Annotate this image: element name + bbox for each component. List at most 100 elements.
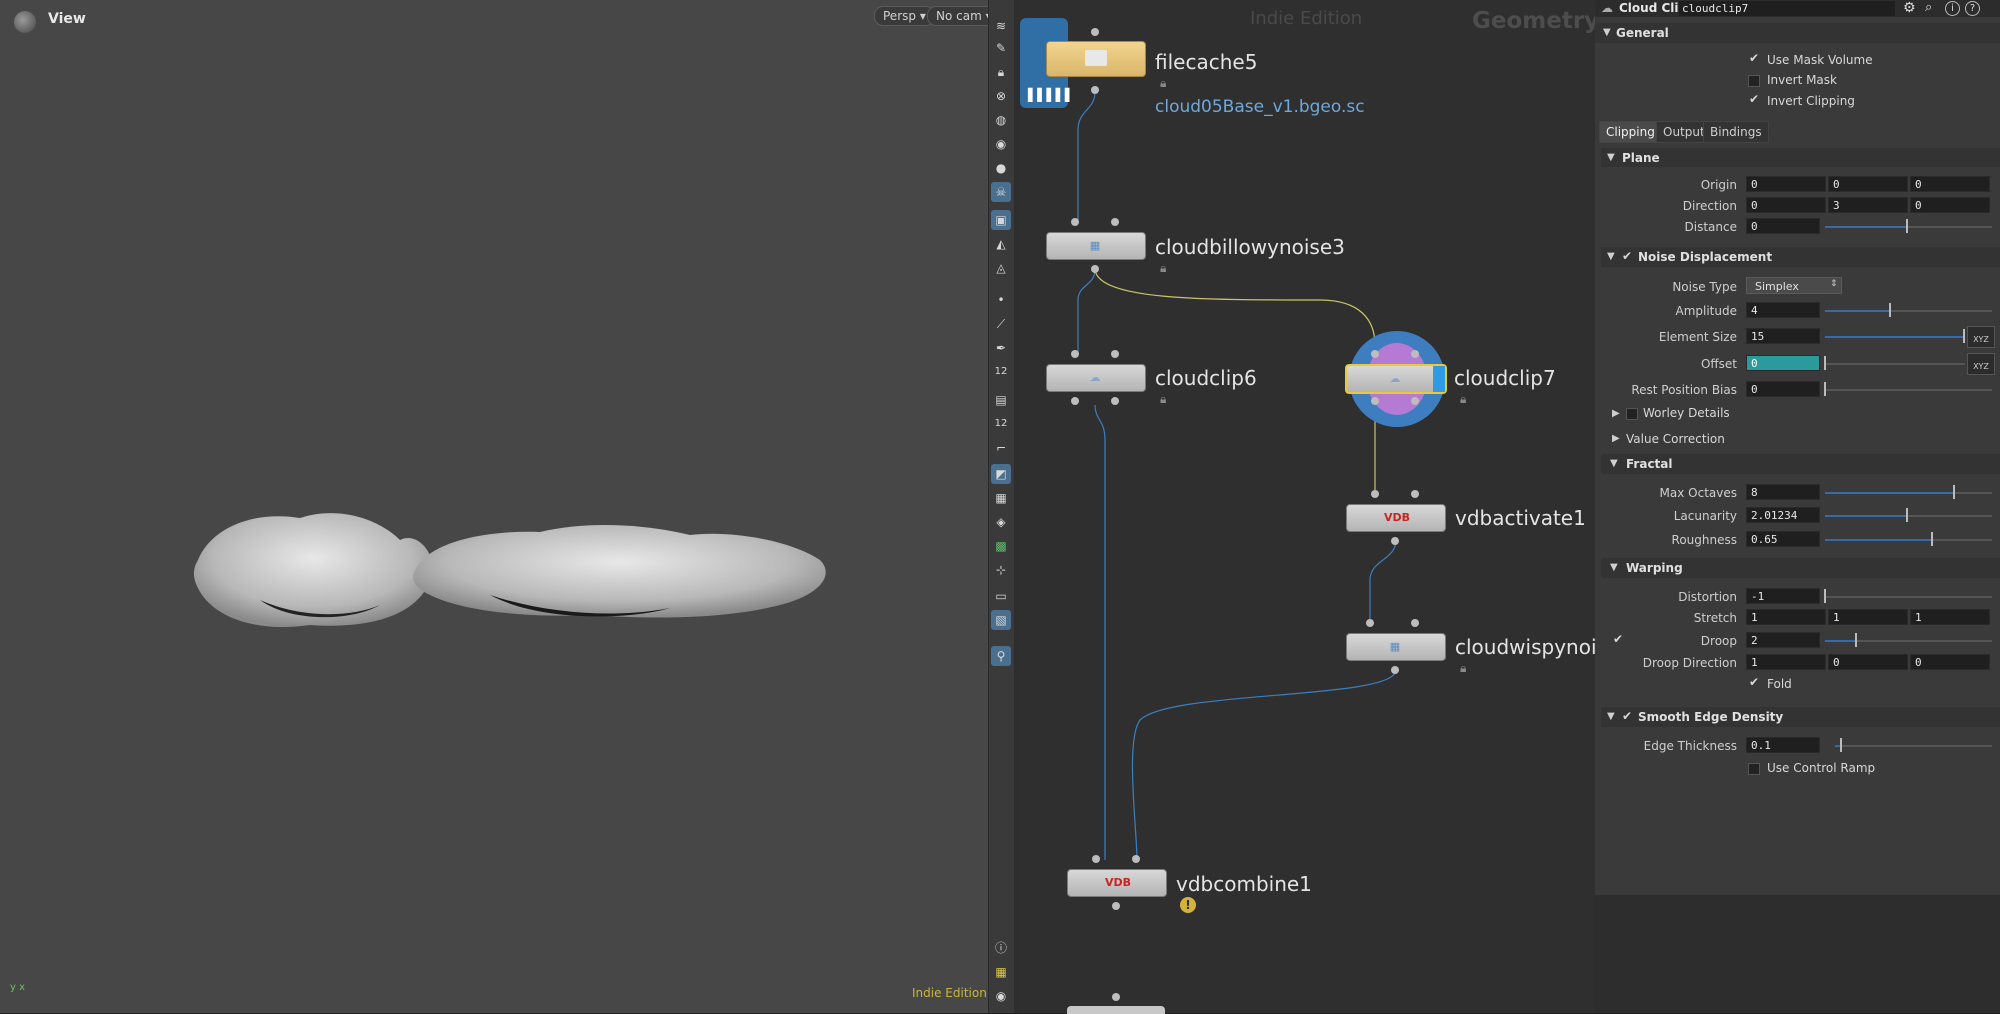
node-output-port[interactable] — [1091, 86, 1099, 94]
direction-x-field[interactable]: 0 — [1746, 197, 1826, 213]
eye-icon[interactable]: ◉ — [991, 986, 1011, 1006]
info-icon[interactable]: i — [1945, 1, 1960, 16]
skull-icon[interactable]: ☠ — [991, 182, 1011, 202]
node-input-port[interactable] — [1411, 350, 1419, 358]
layout-grid-icon[interactable]: ▦ — [991, 962, 1011, 982]
flashlight-alt-icon[interactable]: ◬ — [991, 258, 1011, 278]
rest-bias-slider[interactable] — [1825, 389, 1992, 391]
number-badge-alt-icon[interactable]: 12 — [991, 414, 1011, 434]
number-badge-icon[interactable]: 12 — [991, 362, 1011, 382]
node-output-port[interactable] — [1071, 397, 1079, 405]
node-cloudclip7[interactable]: ☁ — [1345, 364, 1447, 394]
box-icon[interactable]: ▤ — [991, 390, 1011, 410]
light-bulb-alt-icon[interactable]: ● — [991, 158, 1011, 178]
noise-type-dropdown[interactable]: Simplex — [1746, 277, 1842, 294]
background-image-icon[interactable]: ▧ — [991, 610, 1011, 630]
info-icon[interactable]: ⓘ — [991, 938, 1011, 958]
lacunarity-slider[interactable] — [1825, 515, 1992, 517]
node-label-cloudclip7[interactable]: cloudclip7 — [1454, 366, 1556, 390]
node-cloudwispynoise[interactable]: ▦ — [1346, 633, 1446, 661]
node-output-port[interactable] — [1371, 397, 1379, 405]
collapse-triangle-icon[interactable]: ▼ — [1607, 711, 1615, 722]
use-control-ramp-checkbox[interactable] — [1748, 763, 1760, 775]
warning-icon[interactable]: ! — [1180, 897, 1196, 913]
node-filecache5[interactable] — [1046, 41, 1146, 77]
tab-clipping[interactable]: Clipping — [1599, 121, 1662, 143]
display-icon[interactable]: ▭ — [991, 586, 1011, 606]
worley-checkbox[interactable] — [1626, 408, 1638, 420]
droop-direction-y-field[interactable]: 0 — [1828, 654, 1908, 670]
max-octaves-slider[interactable] — [1825, 492, 1992, 494]
node-lock-icon[interactable]: 🔒︎ — [1160, 261, 1166, 276]
direction-y-field[interactable]: 3 — [1828, 197, 1908, 213]
amplitude-slider-knob[interactable] — [1889, 303, 1891, 317]
chevron-updown-icon[interactable]: ⇕ — [1830, 279, 1838, 289]
pin-icon[interactable]: ⚲ — [991, 646, 1011, 666]
node-input-port[interactable] — [1132, 855, 1140, 863]
amplitude-slider[interactable] — [1825, 310, 1992, 312]
roughness-slider[interactable] — [1825, 539, 1992, 541]
node-input-port[interactable] — [1371, 490, 1379, 498]
node-vdbcombine1[interactable]: VDB — [1067, 869, 1167, 897]
node-output-port[interactable] — [1112, 902, 1120, 910]
ghost-icon[interactable]: ⊗ — [991, 86, 1011, 106]
roughness-slider-knob[interactable] — [1931, 532, 1933, 546]
element-size-xyz-button[interactable]: XYZ — [1967, 326, 1995, 348]
max-octaves-slider-knob[interactable] — [1953, 485, 1955, 499]
node-input-port[interactable] — [1092, 855, 1100, 863]
point-icon[interactable]: • — [991, 290, 1011, 310]
lacunarity-field[interactable]: 2.01234 — [1746, 507, 1820, 523]
flashlight-icon[interactable]: ◭ — [991, 234, 1011, 254]
value-correction-label[interactable]: Value Correction — [1626, 432, 1725, 446]
edge-thickness-field[interactable]: 0.1 — [1746, 737, 1820, 753]
origin-y-field[interactable]: 0 — [1828, 176, 1908, 192]
collapse-triangle-icon[interactable]: ▼ — [1607, 152, 1615, 163]
stretch-y-field[interactable]: 1 — [1828, 609, 1908, 625]
direction-z-field[interactable]: 0 — [1910, 197, 1990, 213]
collapse-triangle-icon[interactable]: ▼ — [1607, 251, 1615, 262]
node-input-port[interactable] — [1411, 490, 1419, 498]
lock-icon[interactable]: 🔒︎ — [991, 62, 1011, 82]
offset-slider[interactable] — [1825, 363, 1965, 365]
droop-slider[interactable] — [1825, 640, 1992, 642]
offset-field[interactable]: 0 — [1746, 355, 1820, 371]
node-label-vdbcombine1[interactable]: vdbcombine1 — [1176, 872, 1312, 896]
node-lock-icon[interactable]: 🔒︎ — [1160, 392, 1166, 407]
node-input-port[interactable] — [1071, 350, 1079, 358]
invert-clipping-check[interactable]: ✔ — [1749, 92, 1759, 106]
roughness-field[interactable]: 0.65 — [1746, 531, 1820, 547]
sphere-icon[interactable]: ◍ — [991, 110, 1011, 130]
tab-bindings[interactable]: Bindings — [1703, 121, 1769, 143]
distance-slider-knob[interactable] — [1906, 219, 1908, 233]
lacunarity-slider-knob[interactable] — [1906, 508, 1908, 522]
node-output-port[interactable] — [1091, 265, 1099, 273]
pen-icon[interactable]: ✒ — [991, 338, 1011, 358]
brush-icon[interactable]: ⟋ — [991, 314, 1011, 334]
max-octaves-field[interactable]: 8 — [1746, 484, 1820, 500]
distortion-field[interactable]: -1 — [1746, 588, 1820, 604]
node-input-port[interactable] — [1091, 28, 1099, 36]
camera-icon[interactable]: ▣ — [991, 210, 1011, 230]
node-vdbactivate1[interactable]: VDB — [1346, 504, 1446, 532]
worley-details-label[interactable]: Worley Details — [1643, 406, 1730, 420]
edge-thickness-slider-knob[interactable] — [1840, 738, 1842, 752]
expand-triangle-icon[interactable]: ▶ — [1612, 408, 1620, 419]
curve-icon[interactable]: ⌐ — [991, 438, 1011, 458]
distortion-slider[interactable] — [1825, 596, 1992, 598]
smooth-edge-enable-check[interactable]: ✔ — [1622, 709, 1632, 723]
distortion-slider-knob[interactable] — [1824, 589, 1826, 603]
node-input-port[interactable] — [1371, 350, 1379, 358]
node-name-field[interactable]: cloudclip7 — [1679, 1, 1895, 16]
node-cloudbillowynoise3[interactable]: ▦ — [1046, 232, 1146, 260]
origin-x-field[interactable]: 0 — [1746, 176, 1826, 192]
node-output-port[interactable] — [1411, 397, 1419, 405]
droop-field[interactable]: 2 — [1746, 632, 1820, 648]
layers-icon[interactable]: ≋ — [991, 16, 1011, 36]
node-input-port[interactable] — [1111, 350, 1119, 358]
collapse-triangle-icon[interactable]: ▼ — [1610, 458, 1618, 469]
node-lock-icon[interactable]: 🔒︎ — [1160, 76, 1166, 91]
node-input-port[interactable] — [1111, 218, 1119, 226]
offset-xyz-button[interactable]: XYZ — [1967, 353, 1995, 375]
camera-mode-menu[interactable]: Persp ▾ — [874, 6, 935, 26]
rest-bias-slider-knob[interactable] — [1824, 382, 1826, 396]
